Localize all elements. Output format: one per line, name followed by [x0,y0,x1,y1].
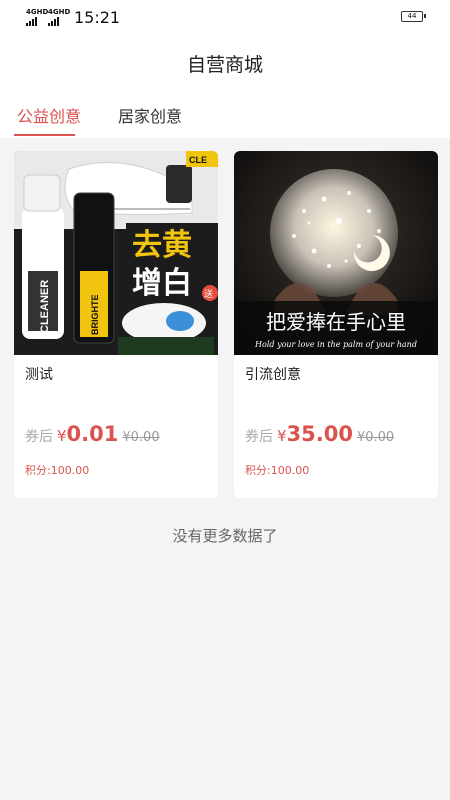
active-tab-indicator [14,134,75,136]
gift-badge: 送 [204,288,213,300]
signal-icon-2: 4GHD [48,9,70,26]
image-caption: 把爱捧在手心里 [266,310,406,334]
battery-level: 44 [407,12,417,20]
status-bar: 4GHD 4GHD 15:21 44 [0,0,450,36]
tab-home-creative[interactable]: 居家创意 [118,103,182,127]
promo-text-1: 去黄 [132,228,192,263]
shoe-cleaner-image: CLE CLEANER BRIGHTE 去黄 增白 送 [14,151,218,355]
original-price: ¥0.00 [356,430,395,445]
price-line: 券后 ¥0.01 ¥0.00 [25,422,160,446]
coupon-label: 券后 [245,429,273,445]
signal-icon: 4GHD [26,9,48,26]
product-card[interactable]: 把爱捧在手心里 Hold your love in the palm of yo… [234,151,438,498]
product-price: 35.00 [286,422,353,446]
product-price: 0.01 [66,422,119,446]
battery-icon: 44 [401,11,426,22]
status-time: 15:21 [74,8,121,27]
currency-symbol: ¥ [57,427,67,445]
promo-text-2: 增白 [132,266,192,301]
image-subcaption: Hold your love in the palm of your hand [254,340,417,349]
product-points: 积分:100.00 [25,464,90,477]
page-title: 自营商城 [186,54,263,76]
star-lamp-image: 把爱捧在手心里 Hold your love in the palm of yo… [234,151,438,355]
tag-text: CLE [189,155,207,165]
product-image[interactable]: 把爱捧在手心里 Hold your love in the palm of yo… [234,151,438,355]
bottle-label: CLEANER [39,280,51,333]
tab-public-creative[interactable]: 公益创意 [17,103,81,127]
original-price: ¥0.00 [122,430,160,445]
product-title: 引流创意 [245,367,301,383]
no-more-data-text: 没有更多数据了 [172,527,278,545]
product-points: 积分:100.00 [245,464,310,477]
signal-label-1: 4GHD [26,8,49,16]
coupon-label: 券后 [25,429,53,445]
signal-label-2: 4GHD [48,8,71,16]
price-line: 券后 ¥35.00 ¥0.00 [245,422,394,446]
product-card[interactable]: CLE CLEANER BRIGHTE 去黄 增白 送 测试 券后 ¥0.01 ¥0… [14,151,218,498]
currency-symbol: ¥ [277,427,287,445]
product-title: 测试 [25,367,53,383]
bottle-label-2: BRIGHTE [90,295,100,336]
product-image[interactable]: CLE CLEANER BRIGHTE 去黄 增白 送 [14,151,218,355]
